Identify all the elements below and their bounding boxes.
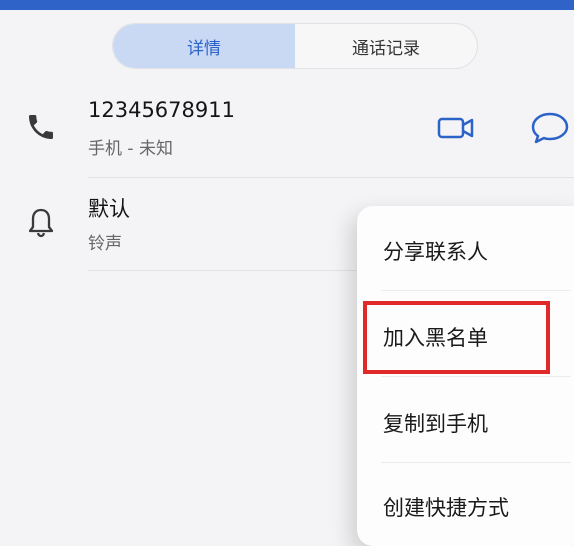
menu-divider [381,462,571,463]
menu-item-create-shortcut[interactable]: 创建快捷方式 [383,492,509,522]
highlight-annotation [363,301,550,374]
video-call-icon[interactable] [434,112,478,144]
row-divider [88,270,360,271]
ringtone-label: 铃声 [88,234,122,254]
ringtone-value: 默认 [88,197,130,221]
bell-icon [24,205,58,239]
menu-item-share-contact[interactable]: 分享联系人 [383,236,488,266]
phone-number-type: 手机 - 未知 [88,139,173,159]
overflow-menu: 分享联系人 加入黑名单 复制到手机 创建快捷方式 [357,206,574,546]
menu-divider [381,376,571,377]
row-divider [88,177,574,178]
status-bar-strip [0,0,574,10]
tab-call-log[interactable]: 通话记录 [295,24,477,68]
menu-divider [381,290,571,291]
tab-switcher: 详情 通话记录 [112,23,478,69]
phone-number: 12345678911 [88,98,235,122]
phone-number-row[interactable]: 12345678911 手机 - 未知 [0,90,574,180]
tab-details[interactable]: 详情 [113,24,295,68]
message-icon[interactable] [528,108,572,148]
menu-item-copy-to-phone[interactable]: 复制到手机 [383,408,488,438]
phone-icon [24,110,58,144]
